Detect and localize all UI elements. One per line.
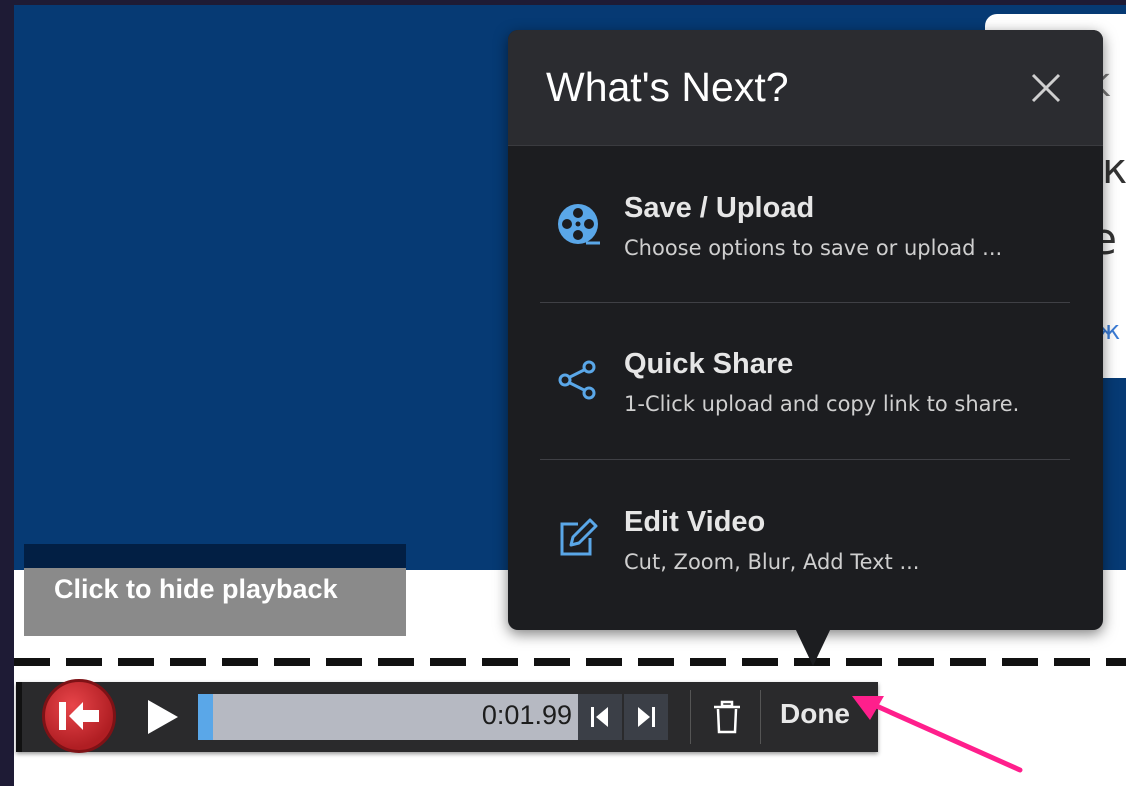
menu-item-subtitle: 1-Click upload and copy link to share.	[624, 392, 1020, 416]
back-to-start-icon	[59, 702, 99, 730]
popup-pointer	[795, 628, 831, 666]
timeline-scrubber[interactable]: 0:01.99	[198, 694, 578, 740]
menu-item-title: Save / Upload	[624, 192, 815, 224]
menu-item-save-upload[interactable]: Save / Upload Choose options to save or …	[540, 176, 1070, 286]
whats-next-popup: What's Next? Save / Upload Choose option…	[508, 30, 1103, 630]
delete-button[interactable]	[712, 700, 742, 738]
timeline-progress	[198, 694, 214, 740]
menu-item-edit-video[interactable]: Edit Video Cut, Zoom, Blur, Add Text ...	[540, 490, 1070, 600]
film-reel-icon	[558, 204, 600, 245]
step-forward-button[interactable]	[624, 694, 668, 740]
trash-icon	[714, 700, 740, 734]
menu-item-subtitle: Choose options to save or upload ...	[624, 236, 1003, 260]
menu-divider	[540, 459, 1070, 460]
recording-border	[14, 658, 1126, 666]
edit-icon	[560, 518, 598, 556]
playback-controls: 0:01.99 Done	[16, 679, 878, 753]
hide-playback-label: Click to hide playback	[54, 574, 338, 604]
pointer-arrow-icon	[852, 696, 1023, 773]
time-display: 0:01.99	[481, 700, 572, 730]
menu-item-subtitle: Cut, Zoom, Blur, Add Text ...	[624, 550, 920, 574]
window-frame-left	[0, 0, 14, 786]
step-back-button[interactable]	[578, 694, 622, 740]
popup-title: What's Next?	[546, 64, 789, 110]
share-icon	[558, 360, 596, 400]
restart-button[interactable]	[42, 679, 116, 753]
step-back-icon	[591, 707, 608, 727]
play-icon[interactable]	[148, 700, 178, 734]
close-icon	[1031, 73, 1061, 103]
menu-item-title: Edit Video	[624, 506, 766, 538]
popup-header: What's Next?	[508, 30, 1103, 146]
menu-item-quick-share[interactable]: Quick Share 1-Click upload and copy link…	[540, 332, 1070, 442]
hide-playback-button[interactable]: Click to hide playback	[24, 544, 406, 636]
separator	[760, 690, 761, 744]
menu-divider	[540, 302, 1070, 303]
separator	[690, 690, 691, 744]
close-button[interactable]	[1028, 70, 1064, 106]
step-forward-icon	[638, 707, 655, 727]
menu-item-title: Quick Share	[624, 348, 794, 380]
